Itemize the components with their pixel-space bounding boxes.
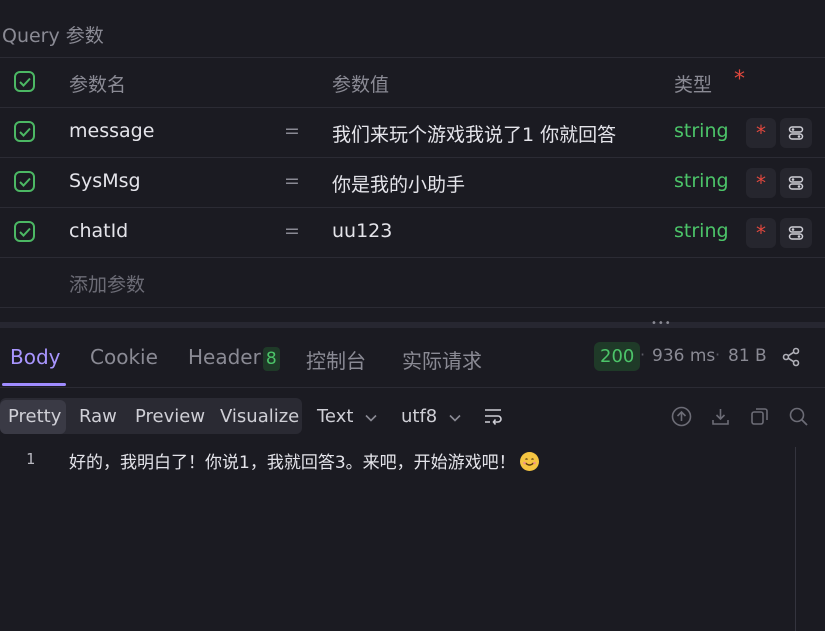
view-mode-switcher: Pretty Raw Preview Visualize — [0, 398, 302, 434]
drag-handle-icon[interactable]: ••• — [651, 318, 672, 329]
encoding-dropdown[interactable]: utf8 — [401, 406, 461, 427]
param-enabled-checkbox[interactable] — [14, 221, 35, 242]
tab-cookie[interactable]: Cookie — [90, 345, 158, 369]
search-icon[interactable] — [788, 406, 809, 427]
tab-body[interactable]: Body — [10, 345, 61, 369]
settings-toggle-icon — [788, 126, 804, 140]
active-tab-indicator — [2, 383, 66, 386]
panel-resize-divider[interactable] — [0, 322, 825, 328]
response-tabs: Body Cookie Header 8 控制台 实际请求 200 · 936 m… — [0, 335, 825, 388]
tab-header-label: Header — [188, 345, 261, 369]
separator-dot: · — [715, 345, 721, 364]
param-name[interactable]: SysMsg — [69, 170, 141, 192]
param-row: message = 我们来玩个游戏我说了1 你就回答 string * — [0, 107, 825, 157]
tab-actual-request[interactable]: 实际请求 — [402, 345, 482, 374]
param-type[interactable]: string — [674, 220, 729, 242]
view-mode-visualize[interactable]: Visualize — [220, 406, 299, 427]
param-enabled-checkbox[interactable] — [14, 171, 35, 192]
chevron-down-icon — [365, 414, 377, 422]
view-mode-preview[interactable]: Preview — [135, 406, 205, 427]
format-type-value: Text — [317, 406, 354, 427]
param-name[interactable]: chatId — [69, 220, 128, 242]
check-icon — [18, 227, 31, 237]
separator-dot: · — [640, 345, 646, 364]
column-header-required: * — [734, 67, 745, 92]
param-row: SysMsg = 你是我的小助手 string * — [0, 157, 825, 207]
settings-toggle-icon — [788, 226, 804, 240]
select-all-checkbox[interactable] — [14, 71, 35, 92]
column-header-value: 参数值 — [332, 74, 390, 96]
view-mode-raw[interactable]: Raw — [79, 406, 117, 427]
equals-sign: = — [284, 170, 300, 192]
status-code-badge: 200 — [594, 342, 641, 371]
params-header-row: 参数名 参数值 类型 * — [0, 57, 825, 107]
smiling-face-emoji-icon — [519, 452, 539, 471]
word-wrap-icon[interactable] — [483, 406, 503, 426]
download-icon[interactable] — [710, 406, 731, 427]
param-settings-button[interactable] — [780, 218, 812, 248]
tab-console[interactable]: 控制台 — [306, 345, 366, 374]
equals-sign: = — [284, 220, 300, 242]
param-value[interactable]: 你是我的小助手 — [332, 170, 636, 197]
view-mode-pretty[interactable]: Pretty — [8, 406, 61, 427]
param-value[interactable]: 我们来玩个游戏我说了1 你就回答 — [332, 120, 636, 147]
chevron-down-icon — [449, 414, 461, 422]
query-params-title: Query 参数 — [2, 25, 104, 47]
scroll-to-top-icon[interactable] — [671, 406, 692, 427]
share-icon[interactable] — [781, 347, 801, 367]
encoding-value: utf8 — [401, 406, 438, 427]
tab-header[interactable]: Header 8 — [188, 345, 280, 371]
copy-icon[interactable] — [749, 406, 770, 427]
param-settings-button[interactable] — [780, 118, 812, 148]
response-line: 好的，我明白了！你说1，我就回答3。来吧，开始游戏吧！ — [69, 448, 539, 473]
required-toggle[interactable]: * — [746, 218, 776, 248]
param-row: chatId = uu123 string * — [0, 207, 825, 257]
param-settings-button[interactable] — [780, 168, 812, 198]
equals-sign: = — [284, 120, 300, 142]
param-type[interactable]: string — [674, 120, 729, 142]
add-param-row[interactable]: 添加参数 — [0, 257, 825, 308]
param-name[interactable]: message — [69, 120, 154, 142]
response-line-text: 好的，我明白了！你说1，我就回答3。来吧，开始游戏吧！ — [69, 453, 516, 473]
params-table: 参数名 参数值 类型 * message = 我们来玩个游戏我说了1 你就回答 … — [0, 57, 825, 308]
param-enabled-checkbox[interactable] — [14, 121, 35, 142]
format-type-dropdown[interactable]: Text — [317, 406, 377, 427]
check-icon — [18, 77, 31, 87]
required-toggle[interactable]: * — [746, 118, 776, 148]
settings-toggle-icon — [788, 176, 804, 190]
response-toolbar: Pretty Raw Preview Visualize Text utf8 — [0, 398, 825, 436]
response-size: 81 B — [728, 346, 767, 366]
param-value[interactable]: uu123 — [332, 220, 636, 242]
response-time: 936 ms — [652, 346, 716, 366]
check-icon — [18, 127, 31, 137]
column-header-type: 类型 — [674, 74, 713, 96]
required-toggle[interactable]: * — [746, 168, 776, 198]
editor-scrollbar[interactable] — [795, 447, 825, 631]
check-icon — [18, 177, 31, 187]
param-type[interactable]: string — [674, 170, 729, 192]
header-count-badge: 8 — [262, 347, 280, 371]
add-param-placeholder[interactable]: 添加参数 — [69, 270, 145, 297]
line-number: 1 — [26, 450, 36, 468]
column-header-name: 参数名 — [69, 74, 127, 96]
